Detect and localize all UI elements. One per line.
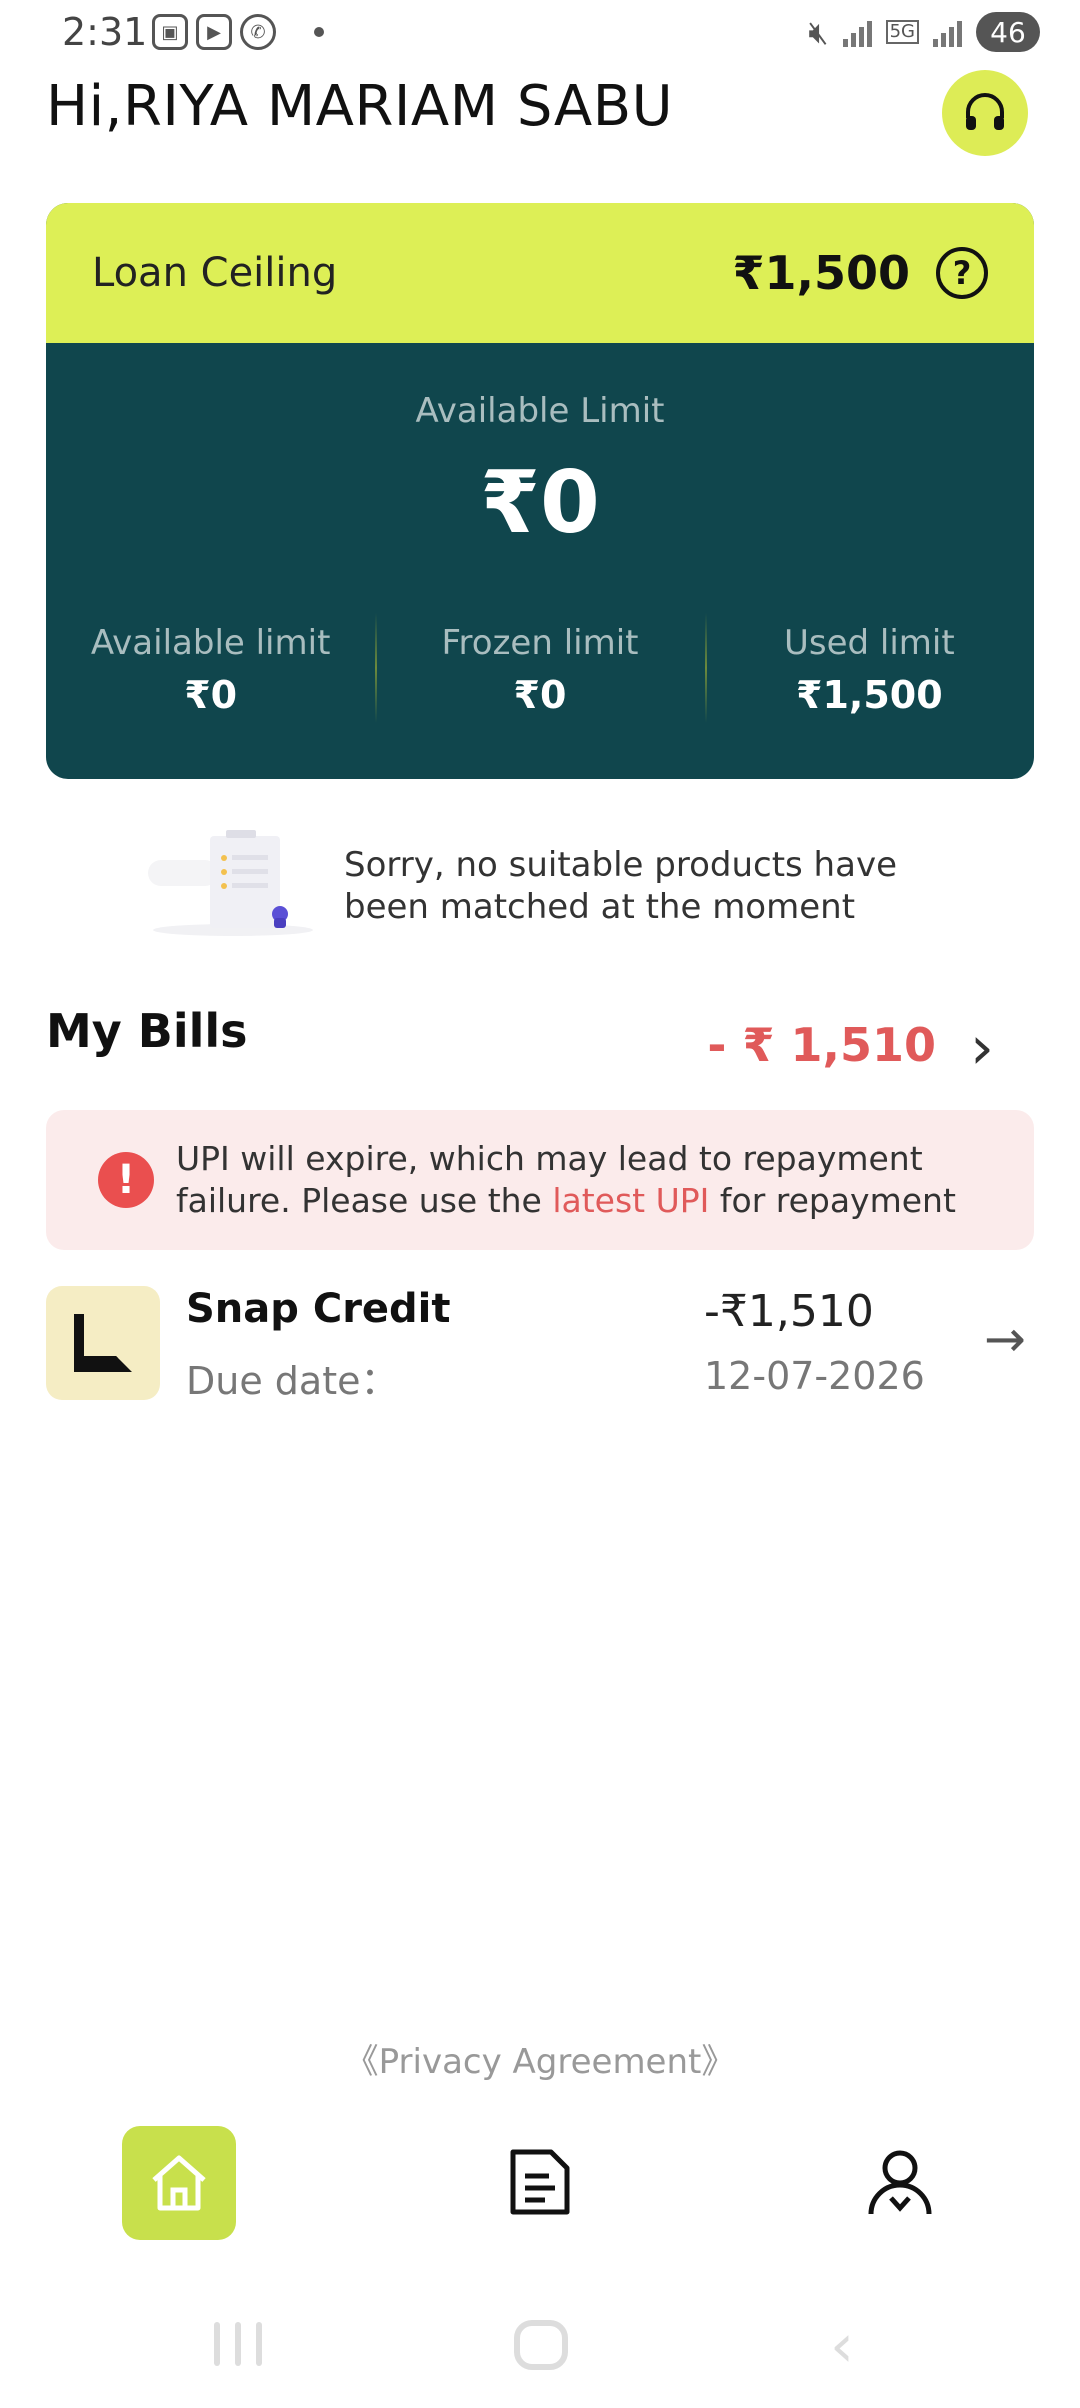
limit-value: ₹0 xyxy=(184,673,238,717)
bills-icon xyxy=(510,2149,570,2215)
signal-icon xyxy=(842,17,872,47)
nav-home-button[interactable] xyxy=(122,2126,236,2240)
snap-credit-logo xyxy=(46,1286,160,1400)
nav-profile-button[interactable] xyxy=(858,2140,942,2224)
greeting-title: Hi,RIYA MARIAM SABU xyxy=(46,74,674,139)
whatsapp-notification-icon: ✆ xyxy=(240,14,276,50)
frozen-limit-col: Frozen limit ₹0 xyxy=(375,613,704,723)
battery-indicator: 46 xyxy=(976,12,1040,52)
bill-due-label: Due date： xyxy=(186,1359,399,1403)
system-home-icon[interactable] xyxy=(514,2320,568,2370)
network-type-label: 5G xyxy=(885,20,919,44)
status-bar: 2:31 ▣ ▶ ✆ 🔇︎ 5G 46 xyxy=(0,0,1080,70)
signal-icon-2 xyxy=(933,17,962,47)
profile-icon xyxy=(868,2150,932,2215)
play-store-notification-icon: ▶ xyxy=(196,14,232,50)
bills-total-amount[interactable]: - ₹ 1,510 xyxy=(707,1018,936,1072)
bill-name: Snap Credit xyxy=(186,1286,451,1332)
upi-warning-text: UPI will expire, which may lead to repay… xyxy=(176,1138,996,1222)
nav-bills-button[interactable] xyxy=(498,2140,582,2224)
available-limit-value: ₹0 xyxy=(480,453,600,553)
available-limit-col: Available limit ₹0 xyxy=(46,623,375,717)
more-notifications-dot-icon xyxy=(314,27,324,37)
limits-breakdown: Available limit ₹0 Frozen limit ₹0 Used … xyxy=(46,613,1034,723)
chevron-right-icon[interactable]: › xyxy=(970,1018,994,1078)
mute-icon: 🔇︎ xyxy=(808,12,829,51)
customer-support-button[interactable] xyxy=(942,70,1028,156)
loan-ceiling-value: ₹1,500 xyxy=(732,246,910,300)
no-products-message: Sorry, no suitable products have been ma… xyxy=(344,845,897,927)
back-icon[interactable]: ‹ xyxy=(830,2316,854,2376)
available-limit-label: Available Limit xyxy=(415,391,665,431)
empty-products-illustration xyxy=(148,830,313,936)
arrow-right-icon[interactable]: → xyxy=(984,1310,1026,1368)
upi-warning-banner: ! UPI will expire, which may lead to rep… xyxy=(46,1110,1034,1250)
limit-label: Frozen limit xyxy=(441,623,639,663)
status-time: 2:31 xyxy=(62,10,148,54)
used-limit-col: Used limit ₹1,500 xyxy=(704,613,1034,723)
limit-label: Used limit xyxy=(783,623,955,663)
bill-amount: -₹1,510 xyxy=(704,1286,874,1337)
loan-ceiling-label: Loan Ceiling xyxy=(92,250,338,296)
home-icon xyxy=(152,2155,206,2211)
headset-icon xyxy=(966,93,1004,130)
loan-ceiling-bar: Loan Ceiling ₹1,500 ? xyxy=(46,203,1034,343)
upi-warning-text-part2: for repayment xyxy=(709,1181,956,1220)
loan-limit-card: Loan Ceiling ₹1,500 ? Available Limit ₹0… xyxy=(46,203,1034,779)
limit-label: Available limit xyxy=(90,623,331,663)
privacy-agreement-link[interactable]: 《Privacy Agreement》 xyxy=(0,2034,1080,2083)
system-navigation-bar: ‹ xyxy=(0,2300,1080,2408)
latest-upi-link[interactable]: latest UPI xyxy=(552,1181,709,1220)
recent-apps-icon[interactable] xyxy=(214,2322,262,2370)
limit-value: ₹1,500 xyxy=(796,673,943,717)
limit-value: ₹0 xyxy=(513,673,567,717)
my-bills-title: My Bills xyxy=(46,1004,248,1058)
gallery-notification-icon: ▣ xyxy=(152,14,188,50)
warning-icon: ! xyxy=(98,1152,154,1208)
bill-due-date: 12-07-2026 xyxy=(704,1354,925,1398)
help-icon[interactable]: ? xyxy=(936,247,988,299)
